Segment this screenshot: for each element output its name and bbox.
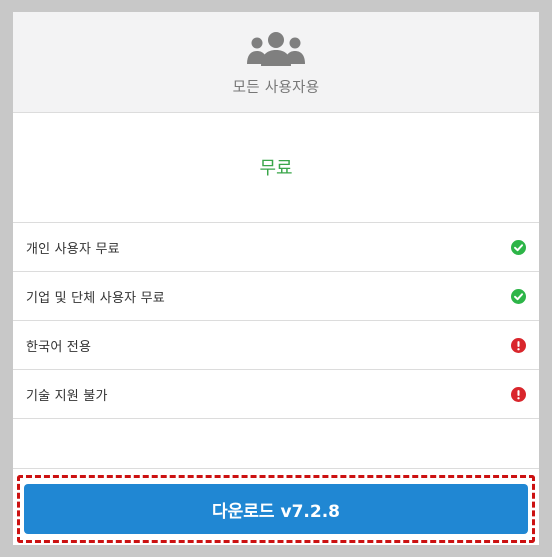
feature-row-enterprise: 기업 및 단체 사용자 무료 (13, 272, 539, 321)
plan-title: 모든 사용자용 (232, 80, 320, 96)
feature-row-personal: 개인 사용자 무료 (13, 223, 539, 272)
feature-row-no-support: 기술 지원 불가 (13, 370, 539, 419)
feature-spacer (13, 419, 539, 469)
download-button[interactable]: 다운로드 v7.2.8 (24, 484, 528, 534)
plan-header: 모든 사용자용 (13, 12, 539, 113)
exclamation-circle-icon (511, 337, 526, 353)
price-section: 무료 (13, 113, 539, 223)
check-circle-icon (511, 239, 526, 255)
exclamation-circle-icon (511, 386, 526, 402)
feature-label: 개인 사용자 무료 (26, 241, 120, 257)
feature-label: 기술 지원 불가 (26, 388, 108, 404)
pricing-card: 모든 사용자용 무료 개인 사용자 무료 기업 및 단체 사용자 무료 한국어 … (13, 12, 539, 545)
feature-row-korean-only: 한국어 전용 (13, 321, 539, 370)
feature-label: 기업 및 단체 사용자 무료 (26, 290, 165, 306)
price-label: 무료 (259, 157, 293, 179)
download-highlight: 다운로드 v7.2.8 (17, 475, 535, 543)
check-circle-icon (511, 288, 526, 304)
users-group-icon (247, 32, 305, 66)
feature-label: 한국어 전용 (26, 339, 92, 355)
